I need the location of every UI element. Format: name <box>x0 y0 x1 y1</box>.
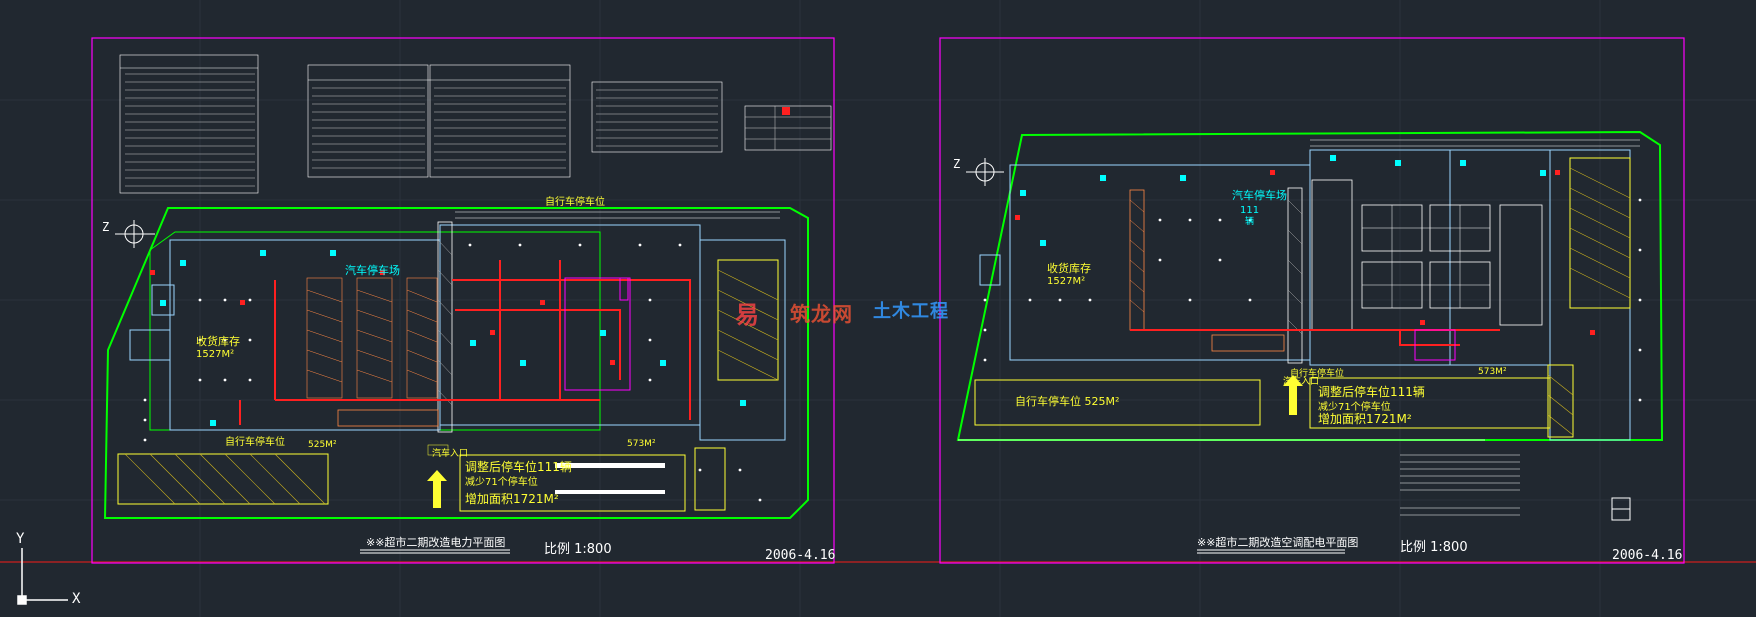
sheet-1-north-letter: Z <box>102 220 110 234</box>
sheet-2-legend-table <box>1400 454 1520 516</box>
sheet-1-north-symbol <box>115 220 155 248</box>
sheet-1-column-dots <box>143 243 762 502</box>
watermark-b: 筑龙网 <box>790 302 853 326</box>
sheet-1-added-area: 增加面积1721M² <box>465 492 559 506</box>
sheet-1-area-sqm-2: 573M² <box>627 439 656 449</box>
sheet-2-added-area: 增加面积1721M² <box>1318 412 1412 426</box>
sheet-2-scale: 比例 1:800 <box>1400 540 1468 555</box>
watermark-a: 易 <box>735 301 760 329</box>
sheet-1-bike-park-bottom-label: 自行车停车位 <box>225 437 285 448</box>
sheet-1-date: 2006-4.16 <box>765 548 836 563</box>
ucs-icon <box>17 548 68 605</box>
sheet-2-power-lines <box>1130 329 1500 346</box>
ucs-x-label: X <box>72 591 81 607</box>
sheet-2-storage-label: 收货库存 <box>1047 262 1091 275</box>
sheet-2-date: 2006-4.16 <box>1612 548 1683 563</box>
sheet-2-car-entry-label: 汽车入口 <box>1283 377 1320 387</box>
sheet-2-car-count: 111 <box>1240 205 1260 216</box>
sheet-1-ramps <box>306 277 438 399</box>
sheet-1-title: ※※超市二期改造电力平面图 <box>366 536 506 549</box>
sheet-2-car-park-label: 汽车停车场 <box>1232 189 1287 202</box>
sheet-1-bike-park-top-label: 自行车停车位 <box>545 197 605 208</box>
sheet-1-scale: 比例 1:800 <box>544 542 612 557</box>
ucs-y-label: Y <box>16 531 25 547</box>
sheet-2-adjusted-spaces: 调整后停车位111辆 <box>1318 385 1425 399</box>
sheet-2-car-unit: 辆 <box>1245 217 1255 227</box>
sheet-1-building <box>129 224 786 441</box>
sheet-2-storage-sqm: 1527M² <box>1047 276 1086 287</box>
sheet-1-legend-tables <box>119 54 832 194</box>
sheet-1-reduced-spaces: 减少71个停车位 <box>465 477 538 488</box>
watermark-c: 土木工程 <box>873 301 949 322</box>
sheet-1-adjusted-spaces: 调整后停车位111辆 <box>465 460 572 474</box>
sheet-1-entry-arrow <box>427 470 447 508</box>
sheet-1-car-park-label: 汽车停车场 <box>345 264 400 277</box>
sheet-1-hatched-block <box>117 259 779 511</box>
sheet-2-title: ※※超市二期改造空调配电平面图 <box>1197 536 1359 549</box>
sheet-2-electrical-symbol <box>1611 497 1631 521</box>
sheet-2-bike-area: 自行车停车位 525M² <box>1015 395 1120 408</box>
sheet-2-area-sqm-2: 573M² <box>1478 367 1507 377</box>
sheet-1-storage-label: 收货库存 <box>196 335 240 348</box>
sheet-1-car-entry-label: 汽车入口 <box>432 449 469 459</box>
sheet-2-north-letter: Z <box>953 157 961 171</box>
sheet-1-bike-area-sqm: 525M² <box>308 440 337 450</box>
sheet-1-storage-sqm: 1527M² <box>196 349 235 360</box>
sheet-1-site-boundary <box>103 207 809 519</box>
sheet-2-north-symbol <box>966 158 1004 186</box>
